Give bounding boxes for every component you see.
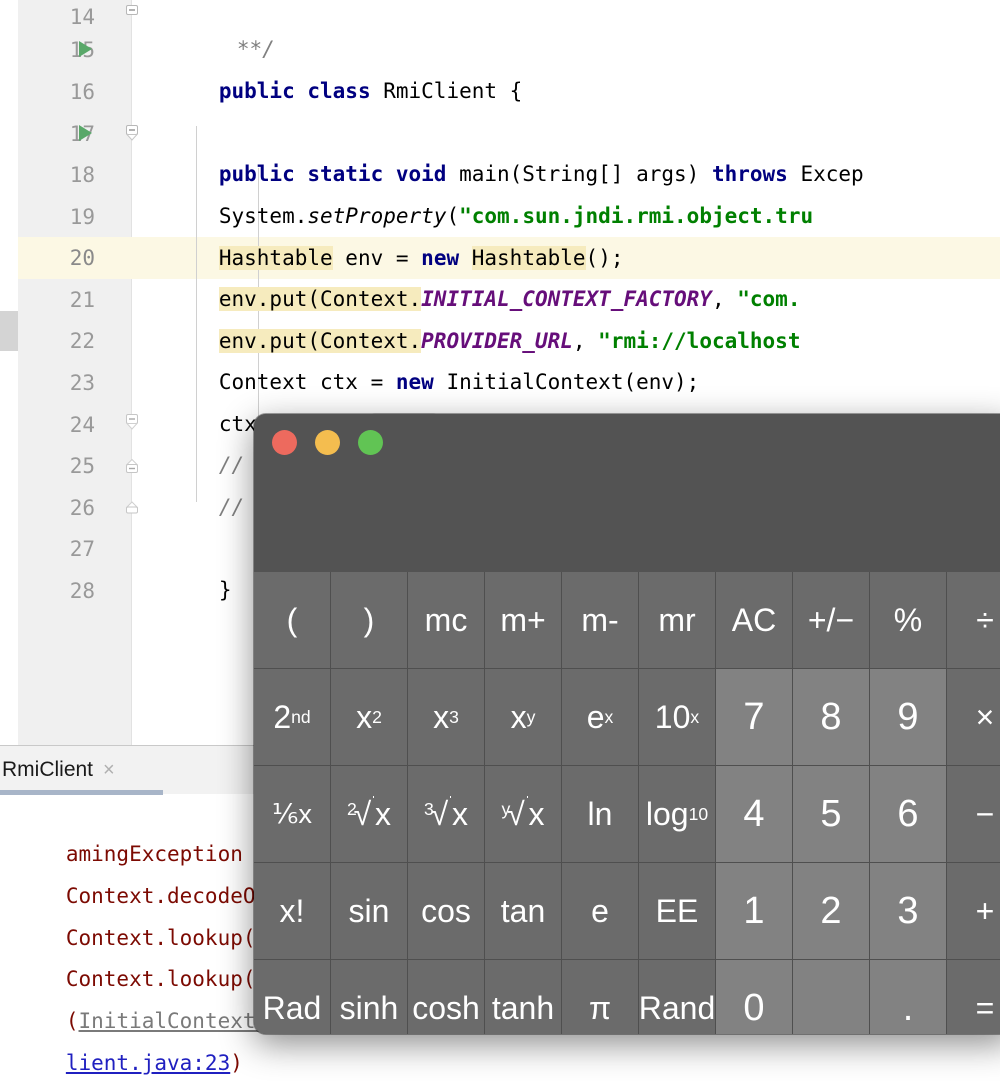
- run-marker-line-17[interactable]: [79, 125, 92, 141]
- calc-key--r0c0[interactable]: (: [254, 572, 330, 668]
- line-number-19: 19: [69, 205, 95, 229]
- console-line-5: (InitialContext.: [0, 958, 268, 1033]
- line-number-23: 23: [69, 371, 95, 395]
- console-line-2: Context.decodeOb: [0, 833, 268, 908]
- calc-key-log10-r2c5[interactable]: log 10: [639, 766, 715, 862]
- calc-key-+-r0c7[interactable]: +/−: [793, 572, 869, 668]
- calc-key--r0c1[interactable]: ): [331, 572, 407, 668]
- line-number-21: 21: [69, 288, 95, 312]
- calc-key-rad-r4c0[interactable]: Rad: [254, 960, 330, 1034]
- calc-key-ac-r0c6[interactable]: AC: [716, 572, 792, 668]
- code-line-21: env.put(Context.PROVIDER_URL, "rmi://loc…: [143, 278, 1000, 353]
- calc-key-2nd-r1c0[interactable]: 2nd: [254, 669, 330, 765]
- code-token-classname: RmiClient {: [383, 79, 523, 103]
- console-tab-rmiclient[interactable]: RmiClient ×: [0, 746, 129, 794]
- calc-key-tan-r3c3[interactable]: tan: [485, 863, 561, 959]
- close-window-icon[interactable]: [272, 430, 297, 455]
- calc-key-xy-r1c3[interactable]: xy: [485, 669, 561, 765]
- calc-key-0-r4c6[interactable]: 0: [716, 960, 792, 1034]
- calc-key--r0c9[interactable]: ÷: [947, 572, 1000, 668]
- calc-key-ex-r1c4[interactable]: ex: [562, 669, 638, 765]
- calc-key-3x-r2c2[interactable]: 3 √ x: [408, 766, 484, 862]
- calc-key-ln-r2c4[interactable]: ln: [562, 766, 638, 862]
- line-number-20: 20: [69, 246, 95, 270]
- calc-key--r2c9[interactable]: −: [947, 766, 1000, 862]
- calc-key-1-r3c6[interactable]: 1: [716, 863, 792, 959]
- calc-key-2x-r2c1[interactable]: 2 √ x: [331, 766, 407, 862]
- line-number-16: 16: [69, 80, 95, 104]
- calc-key-m--r0c4[interactable]: m-: [562, 572, 638, 668]
- code-line-22: Context ctx = new InitialContext(env);: [143, 319, 1000, 394]
- calc-key-blank-r4c7[interactable]: [793, 960, 869, 1034]
- calc-key--r4c9[interactable]: =: [947, 960, 1000, 1034]
- line-number-26: 26: [69, 496, 95, 520]
- line-number-25: 25: [69, 454, 95, 478]
- calc-key-2-r3c7[interactable]: 2: [793, 863, 869, 959]
- calc-key-3-r3c8[interactable]: 3: [870, 863, 946, 959]
- calc-key-ee-r3c5[interactable]: EE: [639, 863, 715, 959]
- console-line-1: amingException [: [0, 795, 268, 866]
- calc-key-sin-r3c1[interactable]: sin: [331, 863, 407, 959]
- code-line-19: Hashtable env = new Hashtable();: [143, 195, 1000, 270]
- calc-key-cosh-r4c2[interactable]: cosh: [408, 960, 484, 1034]
- code-line-20: env.put(Context.INITIAL_CONTEXT_FACTORY,…: [143, 236, 1000, 311]
- line-number-27: 27: [69, 537, 95, 561]
- code-line-15: public class RmiClient {: [143, 28, 1000, 103]
- calc-key-mc-r0c2[interactable]: mc: [408, 572, 484, 668]
- console-line-6: lient.java:23): [0, 1000, 243, 1075]
- console-tab-label: RmiClient: [2, 758, 94, 781]
- calc-key--r4c8[interactable]: .: [870, 960, 946, 1034]
- calculator-window[interactable]: () mc m+ m-mr AC +/−% ÷ 2nd x 2 x 3 x y e x 10 x 7 8 9 × ⅙x 2 √ x…: [254, 414, 1000, 1034]
- calc-key-6-r2c8[interactable]: 6: [870, 766, 946, 862]
- console-line-7: com.secbro.rmi.BugFinder cannot be cast …: [0, 1042, 875, 1081]
- calc-key-m+-r0c3[interactable]: m+: [485, 572, 561, 668]
- code-line-14: **/: [161, 0, 1000, 61]
- zoom-window-icon[interactable]: [358, 430, 383, 455]
- calc-key-yx-r2c3[interactable]: y √ x: [485, 766, 561, 862]
- calculator-keypad[interactable]: () mc m+ m-mr AC +/−% ÷ 2nd x 2 x 3 x y e x 10 x 7 8 9 × ⅙x 2 √ x…: [254, 572, 1000, 1034]
- console-line-4: Context.lookup(R: [0, 916, 268, 991]
- calc-key-e-r3c4[interactable]: e: [562, 863, 638, 959]
- calc-key-4-r2c6[interactable]: 4: [716, 766, 792, 862]
- code-line-23: ctx.lookup( name: "hello");: [143, 361, 1000, 438]
- calc-key-sinh-r4c1[interactable]: sinh: [331, 960, 407, 1034]
- line-number-18: 18: [69, 163, 95, 187]
- calc-key-7-r1c6[interactable]: 7: [716, 669, 792, 765]
- code-token-close-brace-class: }: [218, 578, 232, 602]
- calculator-titlebar[interactable]: [254, 414, 1000, 572]
- calc-key-cos-r3c2[interactable]: cos: [408, 863, 484, 959]
- calc-key--r1c9[interactable]: ×: [947, 669, 1000, 765]
- code-token-public: public: [218, 79, 308, 103]
- calc-key-5-r2c7[interactable]: 5: [793, 766, 869, 862]
- calc-key-x2-r1c1[interactable]: x2: [331, 669, 407, 765]
- calc-key-rand-r4c5[interactable]: Rand: [639, 960, 715, 1034]
- console-line-3: Context.lookup(R: [0, 875, 268, 950]
- code-line-18: System.setProperty("com.sun.jndi.rmi.obj…: [143, 153, 1000, 228]
- line-number-24: 24: [69, 413, 95, 437]
- code-token-class: class: [307, 79, 384, 103]
- minimize-window-icon[interactable]: [315, 430, 340, 455]
- calc-key-mr-r0c5[interactable]: mr: [639, 572, 715, 668]
- window-traffic-lights: [272, 430, 383, 455]
- calc-key-tanh-r4c3[interactable]: tanh: [485, 960, 561, 1034]
- calc-key--r4c4[interactable]: π: [562, 960, 638, 1034]
- line-number-28: 28: [69, 579, 95, 603]
- calc-key-+-r3c9[interactable]: +: [947, 863, 1000, 959]
- calc-key-10x-r1c5[interactable]: 10 x: [639, 669, 715, 765]
- calc-key-x-r2c0[interactable]: ⅙x: [254, 766, 330, 862]
- calc-key-9-r1c8[interactable]: 9: [870, 669, 946, 765]
- calc-key-8-r1c7[interactable]: 8: [793, 669, 869, 765]
- calc-key-x-r3c0[interactable]: x!: [254, 863, 330, 959]
- line-number-22: 22: [69, 329, 95, 353]
- calc-key-x3-r1c2[interactable]: x3: [408, 669, 484, 765]
- code-line-17: public static void main(String[] args) t…: [143, 111, 1000, 186]
- run-marker-line-15[interactable]: [79, 41, 92, 57]
- calc-key--r0c8[interactable]: %: [870, 572, 946, 668]
- close-icon[interactable]: ×: [103, 760, 115, 780]
